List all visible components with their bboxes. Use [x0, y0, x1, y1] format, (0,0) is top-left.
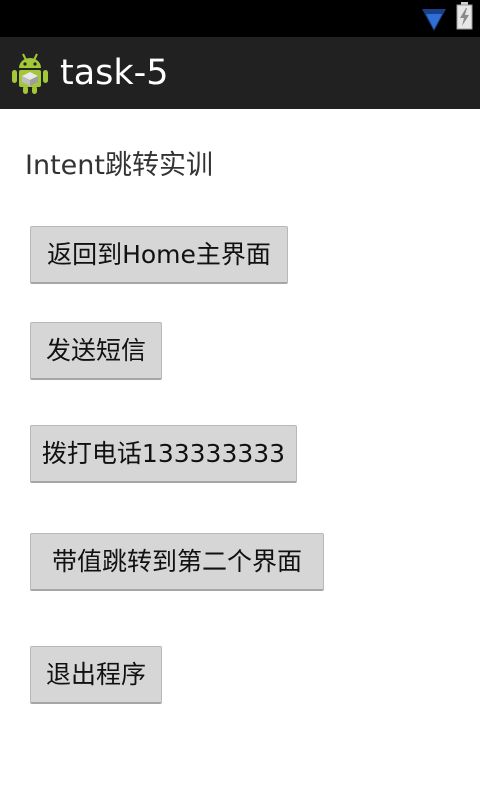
app-title: task-5 — [60, 53, 169, 93]
action-bar: task-5 — [0, 37, 480, 109]
battery-charging-icon — [456, 2, 473, 30]
send-sms-button[interactable]: 发送短信 — [30, 322, 162, 380]
make-call-button[interactable]: 拨打电话133333333 — [30, 425, 297, 483]
wifi-icon — [422, 9, 446, 31]
status-bar — [0, 0, 480, 37]
pass-value-jump-button[interactable]: 带值跳转到第二个界面 — [30, 533, 324, 591]
return-home-button[interactable]: 返回到Home主界面 — [30, 226, 288, 284]
android-robot-icon — [12, 53, 48, 94]
exit-app-button[interactable]: 退出程序 — [30, 646, 162, 704]
page-heading: Intent跳转实训 — [25, 150, 213, 181]
